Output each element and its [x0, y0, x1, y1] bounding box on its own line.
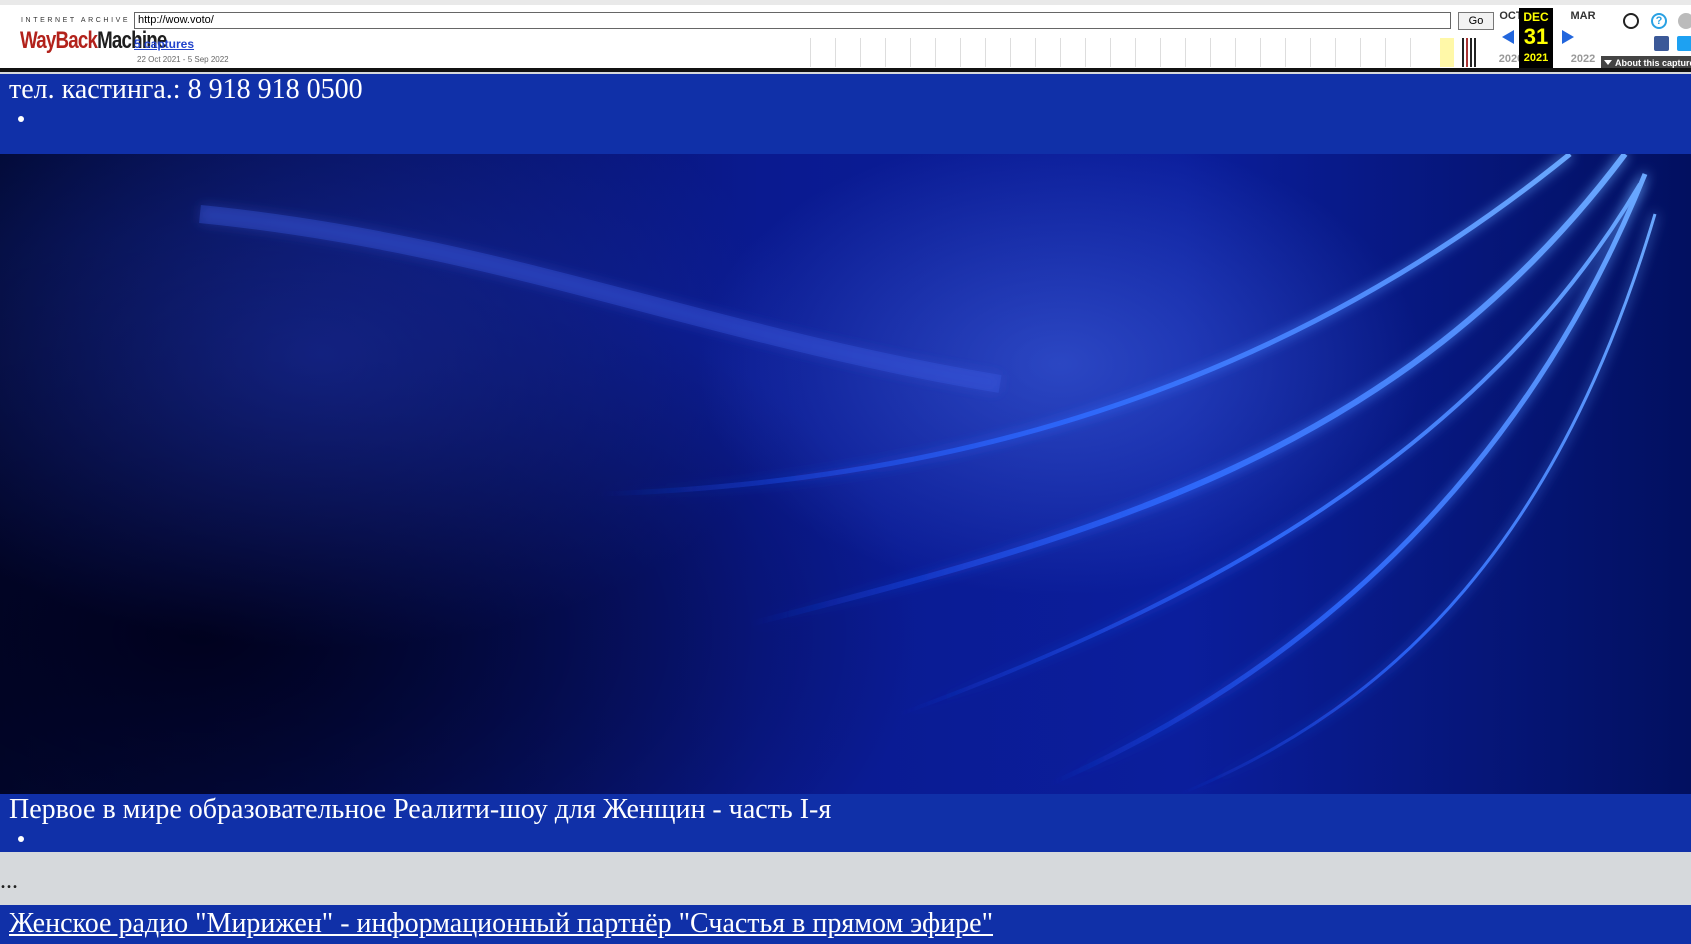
- sparkline-tick: [1160, 38, 1161, 67]
- sparkline-tick: [1035, 38, 1036, 67]
- facebook-icon[interactable]: [1654, 36, 1669, 51]
- twitter-icon[interactable]: [1677, 36, 1691, 51]
- capture-mark[interactable]: [1462, 38, 1464, 67]
- sparkline-tick: [1410, 38, 1411, 67]
- sparkline-tick: [1010, 38, 1011, 67]
- sparkline-tick: [985, 38, 986, 67]
- user-account-icon[interactable]: [1623, 13, 1639, 29]
- current-day: 31: [1523, 24, 1549, 49]
- current-year: 2021: [1523, 52, 1549, 64]
- sparkline-tick: [835, 38, 836, 67]
- help-icon[interactable]: ?: [1651, 13, 1667, 29]
- capture-sparkline[interactable]: [810, 38, 1476, 67]
- wayback-logo[interactable]: INTERNET ARCHIVE WayBackMachine: [18, 14, 167, 58]
- close-icon[interactable]: [1678, 13, 1691, 29]
- go-button[interactable]: Go: [1458, 12, 1494, 30]
- next-month[interactable]: MAR: [1565, 10, 1601, 22]
- capture-mark[interactable]: [1474, 38, 1476, 67]
- sparkline-tick: [1085, 38, 1086, 67]
- capture-range: 22 Oct 2021 - 5 Sep 2022: [137, 55, 229, 64]
- show-title-band: Первое в мире образовательное Реалити-шо…: [0, 794, 1691, 852]
- radio-band: Женское радио "Мирижен" - информационный…: [0, 905, 1691, 944]
- show-title: Первое в мире образовательное Реалити-шо…: [9, 794, 832, 825]
- capture-mark[interactable]: [1470, 38, 1472, 67]
- logo-internet-archive: INTERNET ARCHIVE: [21, 17, 131, 24]
- sparkline-tick: [1285, 38, 1286, 67]
- sparkline-tick: [1235, 38, 1236, 67]
- sparkline-tick: [1310, 38, 1311, 67]
- url-input[interactable]: http://wow.voto/: [134, 12, 1451, 29]
- next-year[interactable]: 2022: [1565, 53, 1601, 65]
- captures-link[interactable]: 5 captures: [134, 37, 194, 51]
- phone-header-band: тел. кастинга.: 8 918 918 0500: [0, 74, 1691, 154]
- sparkline-tick: [1110, 38, 1111, 67]
- light-streaks: [199, 154, 1657, 794]
- sparkline-tick: [1135, 38, 1136, 67]
- streak: [1048, 173, 1648, 787]
- sparkline-tick: [1335, 38, 1336, 67]
- ellipsis-text: ...: [0, 868, 18, 894]
- sparkline-tick: [1185, 38, 1186, 67]
- about-capture-button[interactable]: About this capture: [1601, 56, 1691, 68]
- sparkline-tick: [810, 38, 811, 67]
- top-line: [0, 0, 1691, 5]
- sparkline-tick: [935, 38, 936, 67]
- capture-mark[interactable]: [1466, 38, 1468, 67]
- next-capture-arrow-icon[interactable]: [1562, 30, 1574, 44]
- wayback-toolbar: INTERNET ARCHIVE WayBackMachine http://w…: [0, 0, 1691, 72]
- sparkline-tick: [960, 38, 961, 67]
- sparkline-tick: [910, 38, 911, 67]
- sparkline-tick: [860, 38, 861, 67]
- logo-wayback: WayBack: [20, 27, 98, 54]
- prev-capture-arrow-icon[interactable]: [1502, 30, 1514, 44]
- sparkline-tick: [1360, 38, 1361, 67]
- current-year-highlight: [1440, 38, 1454, 67]
- sparkline-tick: [1060, 38, 1061, 67]
- current-capture-date: DEC 31 2021: [1519, 8, 1553, 68]
- sparkline-tick: [885, 38, 886, 67]
- bullet-marker: [18, 836, 24, 842]
- sparkline-tick: [1260, 38, 1261, 67]
- casting-phone: тел. кастинга.: 8 918 918 0500: [9, 74, 363, 105]
- current-month: DEC: [1523, 10, 1549, 24]
- streak: [199, 205, 1002, 393]
- bullet-marker: [18, 116, 24, 122]
- sparkline-tick: [1385, 38, 1386, 67]
- hero-banner: [0, 154, 1691, 794]
- radio-partner-link[interactable]: Женское радио "Мирижен" - информационный…: [9, 908, 993, 940]
- sparkline-tick: [1210, 38, 1211, 67]
